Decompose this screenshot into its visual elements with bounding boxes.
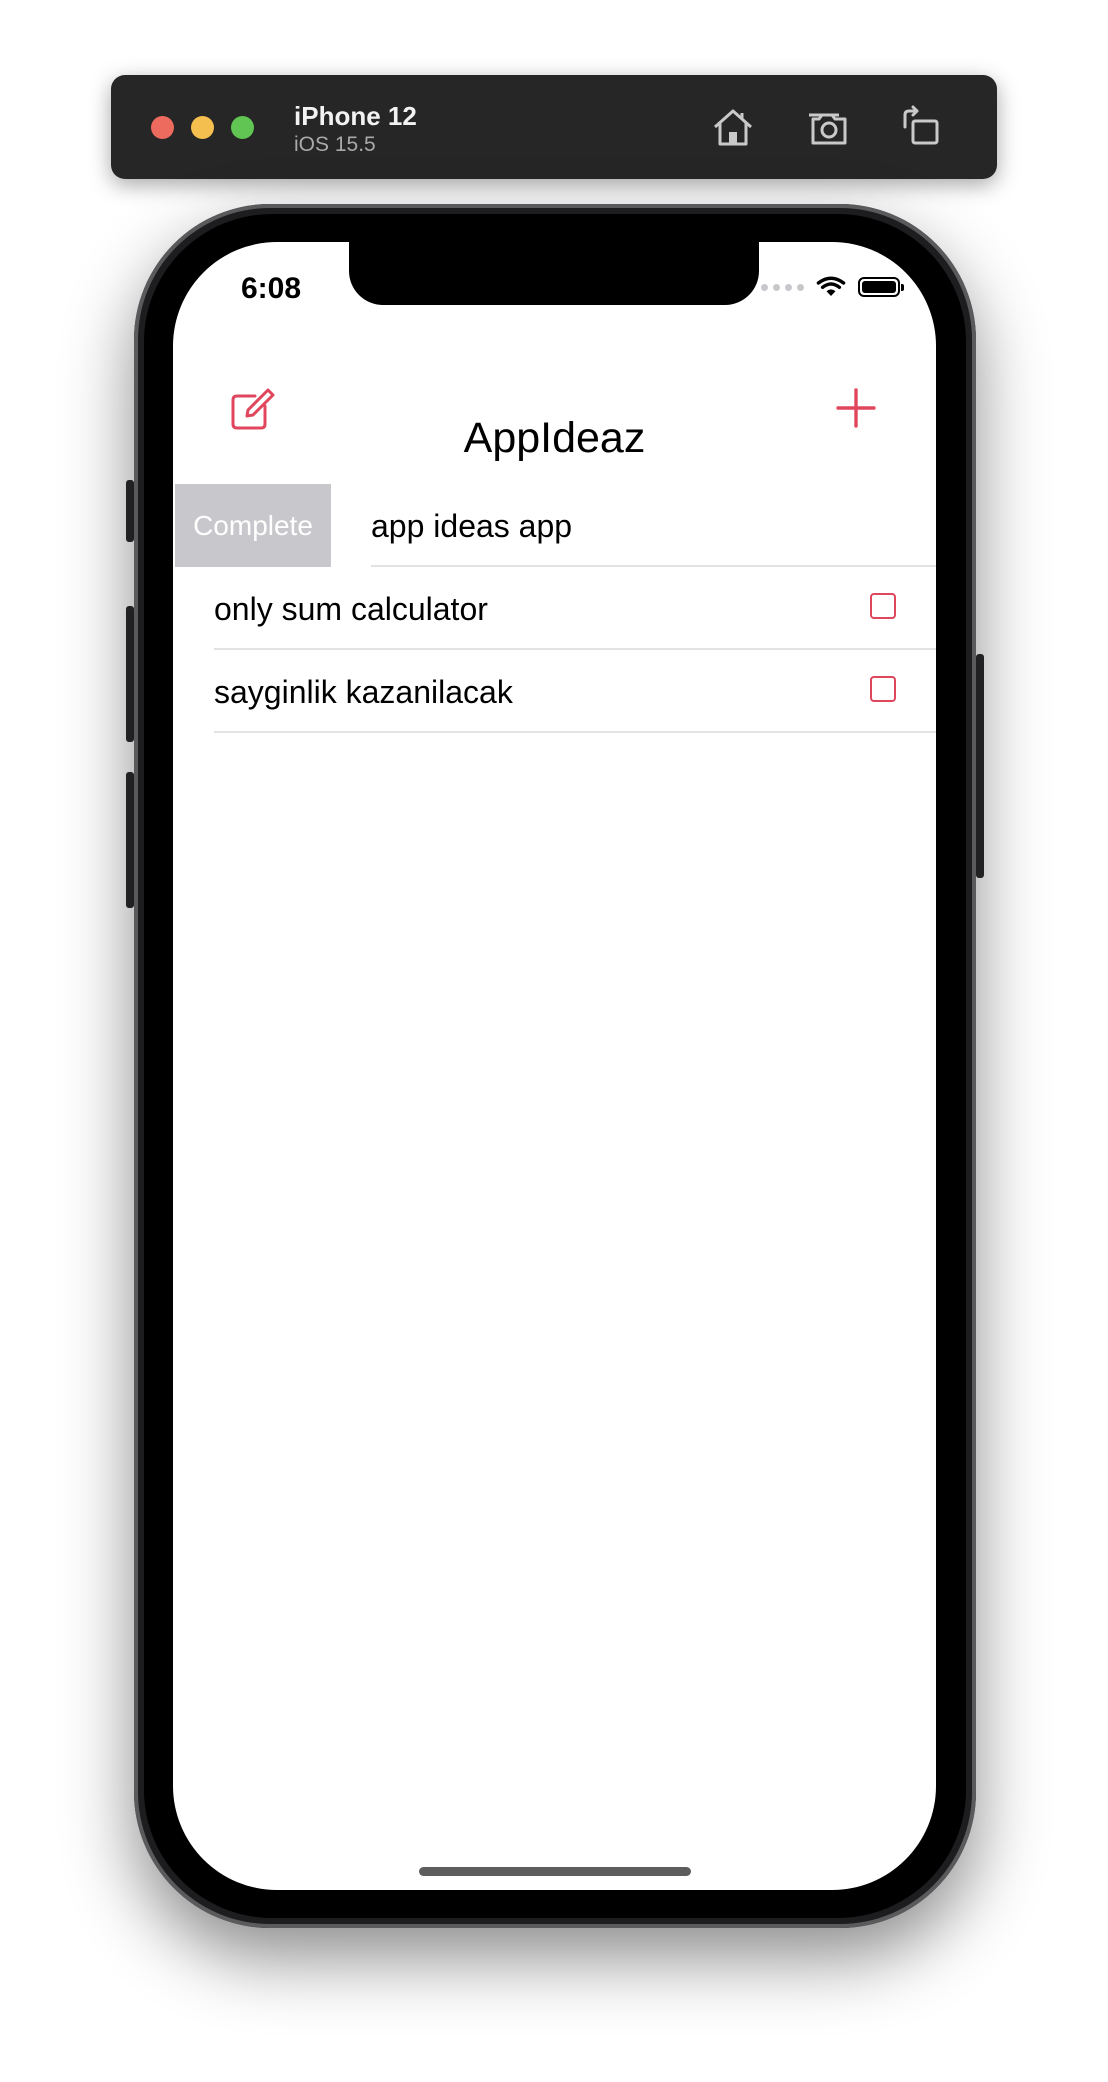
list-item[interactable]: only sum calculator: [173, 567, 936, 650]
os-version: iOS 15.5: [294, 133, 376, 156]
close-window-button[interactable]: [151, 116, 174, 139]
list-item-label: app ideas app: [371, 508, 573, 544]
power-button: [976, 654, 984, 878]
minimize-window-button[interactable]: [191, 116, 214, 139]
page-title: AppIdeaz: [463, 414, 646, 462]
add-icon[interactable]: [834, 386, 878, 430]
idea-list: Complete app ideas app only sum calculat…: [173, 484, 936, 733]
row-divider: [214, 731, 936, 733]
complete-checkbox[interactable]: [870, 676, 896, 702]
wifi-icon: [816, 276, 846, 296]
device-name: iPhone 12: [294, 101, 417, 131]
cellular-signal-icon: [761, 283, 804, 291]
status-time: 6:08: [241, 272, 302, 305]
status-icons: [761, 276, 904, 298]
complete-checkbox[interactable]: [870, 593, 896, 619]
simulator-toolbar: iPhone 12 iOS 15.5: [111, 75, 997, 179]
list-item[interactable]: sayginlik kazanilacak: [173, 650, 936, 733]
rotate-icon[interactable]: [897, 103, 945, 151]
list-item-label: only sum calculator: [214, 591, 488, 627]
list-item-label: sayginlik kazanilacak: [214, 674, 513, 710]
battery-icon: [858, 277, 904, 297]
list-item[interactable]: Complete app ideas app: [173, 484, 936, 567]
notch: [349, 242, 759, 305]
stage: iPhone 12 iOS 15.5 6:08 AppIdeaz Complet…: [0, 0, 1108, 2082]
complete-button[interactable]: Complete: [175, 484, 331, 567]
home-indicator[interactable]: [419, 1867, 691, 1876]
home-icon[interactable]: [709, 103, 757, 151]
volume-up-button: [126, 606, 134, 742]
mute-switch: [126, 480, 134, 542]
volume-down-button: [126, 772, 134, 908]
screenshot-icon[interactable]: [803, 103, 851, 151]
phone-screen: 6:08 AppIdeaz Complete app ideas app onl…: [173, 242, 936, 1890]
zoom-window-button[interactable]: [231, 116, 254, 139]
